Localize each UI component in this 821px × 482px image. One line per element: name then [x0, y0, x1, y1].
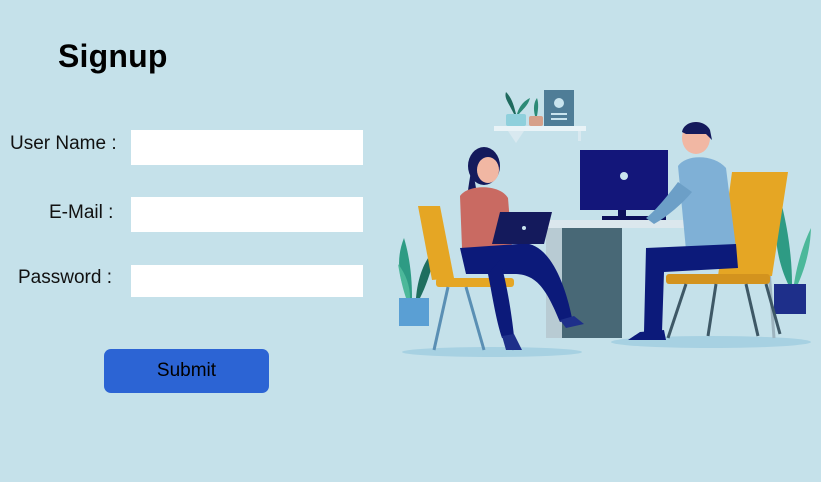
username-input[interactable]	[131, 130, 363, 165]
office-workers-illustration-icon	[398, 90, 811, 357]
monitor	[580, 150, 668, 220]
shelf	[494, 90, 586, 143]
password-label: Password :	[18, 267, 112, 288]
email-input[interactable]	[131, 197, 363, 232]
submit-button[interactable]: Submit	[104, 349, 269, 393]
username-label: User Name :	[10, 133, 117, 154]
password-input[interactable]	[131, 265, 363, 297]
email-label: E-Mail :	[49, 202, 114, 223]
page-title: Signup	[58, 38, 168, 74]
signup-page: Signup User Name : E-Mail : Password : S…	[0, 0, 821, 482]
